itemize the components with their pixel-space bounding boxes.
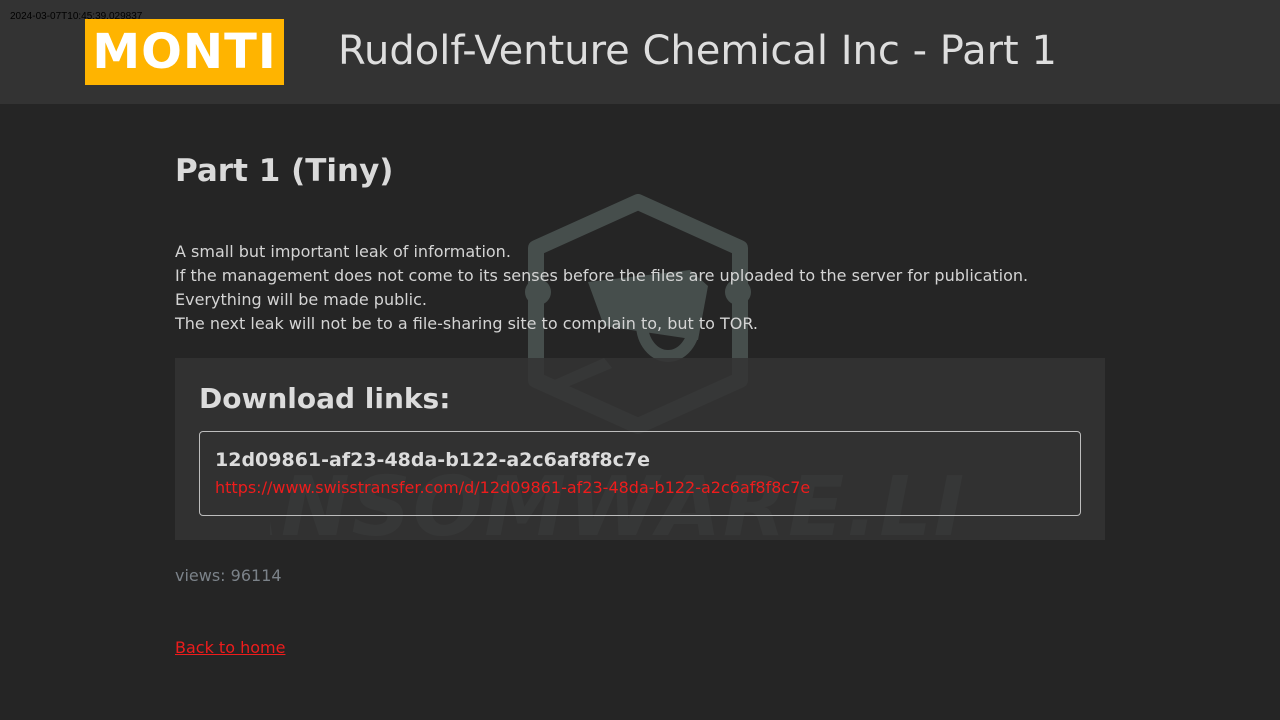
view-count: views: 96114 xyxy=(175,566,282,585)
download-section: Download links: 12d09861-af23-48da-b122-… xyxy=(175,358,1105,540)
back-to-home-link[interactable]: Back to home xyxy=(175,638,285,657)
description-line: The next leak will not be to a file-shar… xyxy=(175,314,758,333)
download-link-card: 12d09861-af23-48da-b122-a2c6af8f8c7e htt… xyxy=(199,431,1081,516)
monti-logo[interactable]: MONTI xyxy=(85,19,284,85)
description: A small but important leak of informatio… xyxy=(175,240,1028,336)
description-line: A small but important leak of informatio… xyxy=(175,242,511,261)
download-title: Download links: xyxy=(199,382,451,415)
timestamp: 2024-03-07T10:45:39.029837 xyxy=(10,11,143,22)
download-link-name: 12d09861-af23-48da-b122-a2c6af8f8c7e xyxy=(215,449,651,471)
description-line: If the management does not come to its s… xyxy=(175,266,1029,285)
page-heading: Part 1 (Tiny) xyxy=(175,153,394,189)
download-link-url[interactable]: https://www.swisstransfer.com/d/12d09861… xyxy=(215,478,810,497)
description-line: Everything will be made public. xyxy=(175,290,428,309)
site-header: MONTI Rudolf-Venture Chemical Inc - Part… xyxy=(0,0,1280,104)
site-title: Rudolf-Venture Chemical Inc - Part 1 xyxy=(338,28,1057,74)
